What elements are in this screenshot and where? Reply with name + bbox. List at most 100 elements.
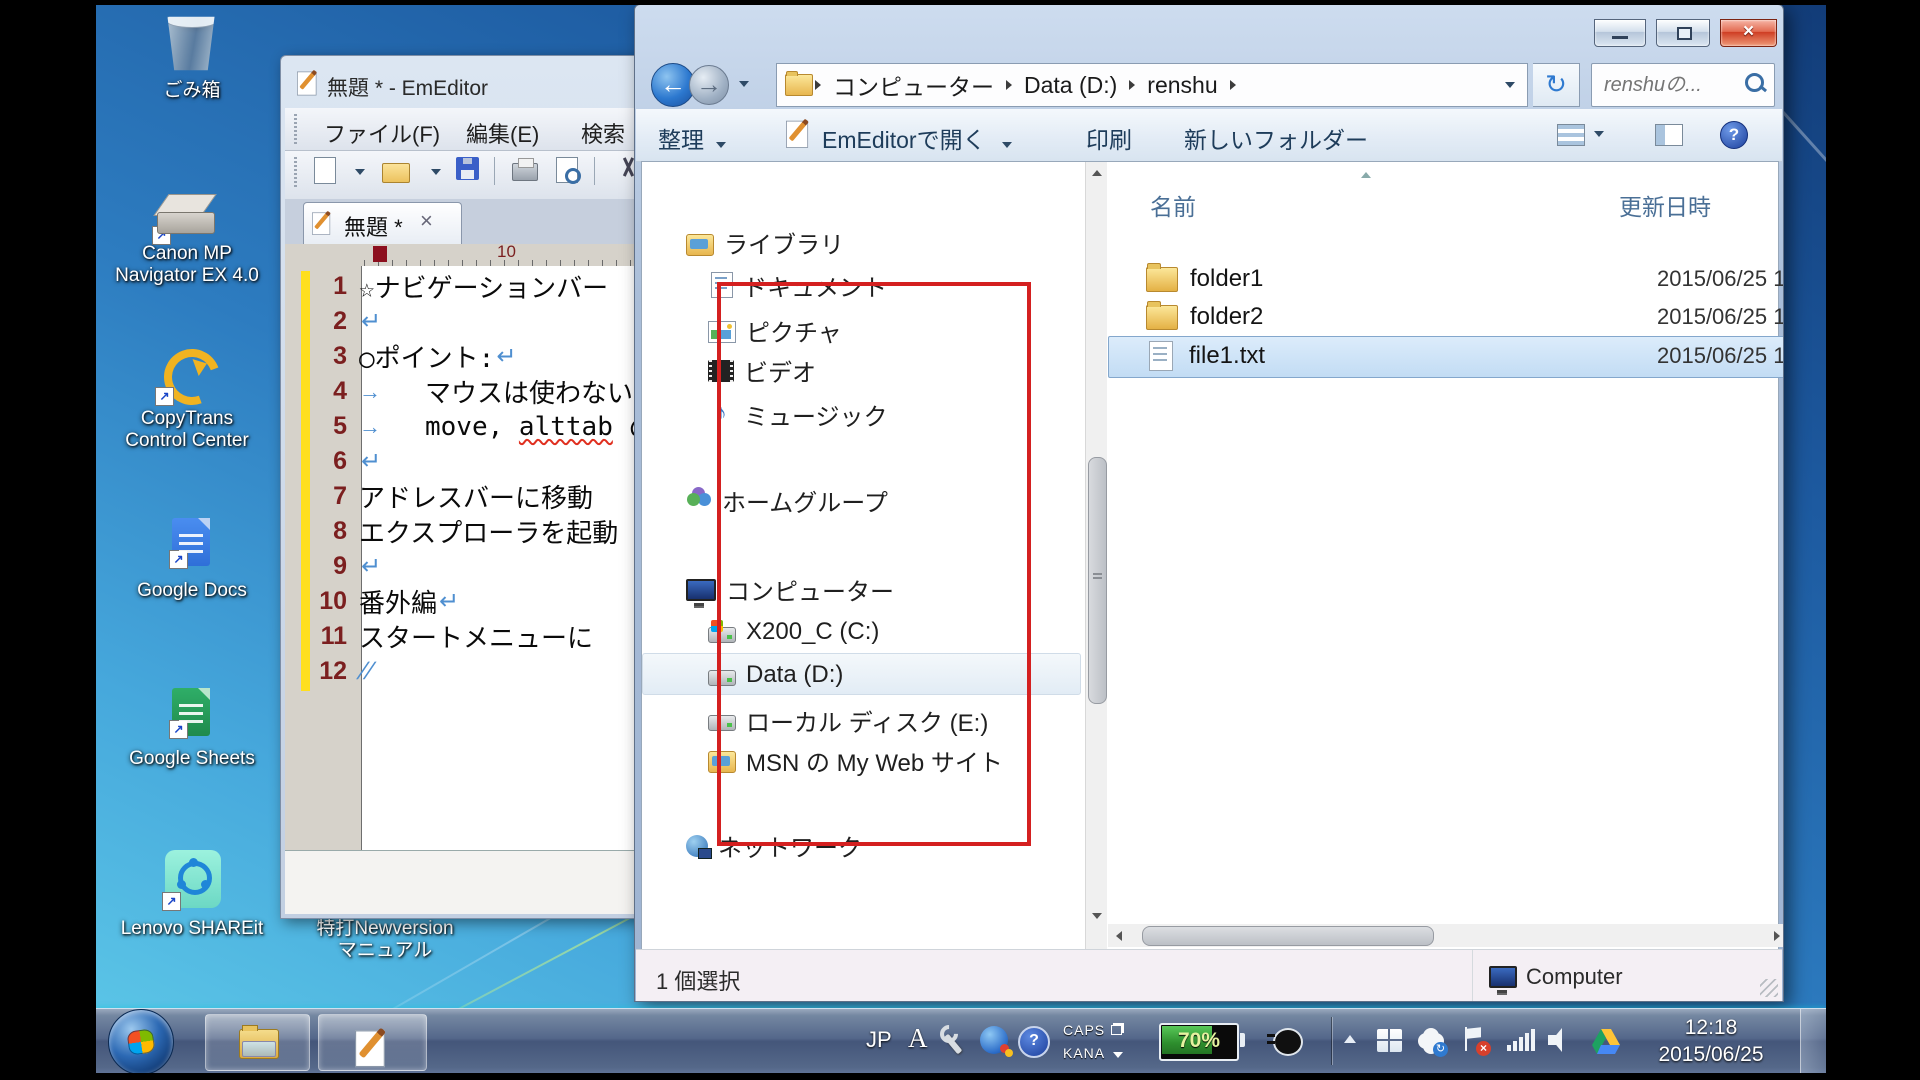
start-button[interactable] — [108, 1009, 174, 1075]
ruler-column-label: 10 — [497, 242, 516, 262]
ime-help-icon[interactable] — [1018, 1026, 1050, 1058]
line-text: 番外編 — [359, 583, 437, 620]
new-file-icon[interactable] — [314, 157, 336, 184]
refresh-button[interactable]: ↻ — [1533, 63, 1580, 107]
file-row-folder1[interactable]: folder1 2015/06/25 12:1 — [1146, 260, 1784, 298]
emeditor-window[interactable]: 無題 * - EmEditor ファイル(F) 編集(E) 検索(S 無題 * … — [280, 55, 640, 919]
copytrans-icon[interactable] — [158, 345, 216, 403]
new-file-dropdown-icon[interactable] — [355, 169, 365, 175]
desktop-icon-canon[interactable]: Canon MP Navigator EX 4.0 — [102, 243, 272, 287]
network-signal-icon[interactable] — [1507, 1029, 1537, 1051]
open-with-emeditor-button[interactable]: EmEditorで開く — [822, 121, 1012, 155]
battery-indicator[interactable]: 70% — [1159, 1023, 1239, 1061]
desktop-icon-recycle-bin[interactable]: ごみ箱 — [107, 80, 277, 102]
editor-ruler: 10 — [285, 244, 635, 267]
canon-navigator-icon[interactable] — [155, 192, 219, 242]
editor-line: 6↵ — [285, 444, 640, 479]
open-file-dropdown-icon[interactable] — [431, 169, 441, 175]
maximize-button[interactable] — [1656, 19, 1710, 47]
breadcrumb-arrow-icon[interactable] — [815, 80, 821, 90]
ime-language[interactable]: JP — [866, 1027, 892, 1053]
breadcrumb-computer[interactable]: コンピューター — [823, 68, 1004, 102]
scroll-up-icon[interactable] — [1086, 162, 1107, 184]
address-dropdown-icon[interactable] — [1505, 82, 1515, 88]
column-header-name[interactable]: 名前 — [1150, 188, 1196, 222]
print-preview-icon[interactable] — [556, 157, 578, 183]
open-file-icon[interactable] — [382, 163, 410, 183]
minimize-button[interactable] — [1594, 19, 1646, 47]
desktop-icon-shareit[interactable]: Lenovo SHAREit — [107, 918, 277, 940]
line-text: アドレスバーに移動 — [359, 478, 593, 515]
taskbar-button-explorer[interactable] — [205, 1014, 310, 1071]
breadcrumb-arrow-icon[interactable] — [1230, 80, 1236, 90]
file-row-file1[interactable]: file1.txt 2015/06/25 12:1 — [1146, 337, 1784, 375]
organize-button[interactable]: 整理 — [658, 121, 726, 155]
editor-line: 2↵ — [285, 304, 640, 339]
desktop-icon-copytrans[interactable]: CopyTrans Control Center — [112, 408, 262, 452]
ime-pad-icon[interactable] — [980, 1026, 1008, 1054]
show-desktop-button[interactable] — [1800, 1009, 1826, 1074]
forward-button[interactable]: → — [689, 65, 729, 105]
volume-icon[interactable] — [1548, 1027, 1578, 1053]
scroll-right-icon[interactable] — [1766, 924, 1784, 947]
search-box[interactable] — [1591, 63, 1775, 107]
print-button[interactable]: 印刷 — [1086, 121, 1132, 155]
horizontal-scrollbar[interactable] — [1108, 924, 1784, 947]
file-row-folder2[interactable]: folder2 2015/06/25 12:1 — [1146, 298, 1784, 336]
search-input[interactable] — [1602, 66, 1736, 104]
scrollbar-thumb[interactable] — [1142, 926, 1434, 946]
recent-pages-dropdown-icon[interactable] — [739, 81, 749, 87]
breadcrumb-arrow-icon[interactable] — [1129, 80, 1135, 90]
menu-file[interactable]: ファイル(F) — [324, 117, 440, 149]
folder-icon — [1146, 267, 1178, 292]
views-icon[interactable] — [1557, 124, 1585, 146]
breadcrumb-arrow-icon[interactable] — [1006, 80, 1012, 90]
editor-line: 9↵ — [285, 549, 640, 584]
desktop-icon-newversion-manual[interactable]: 特打Newversion マニュアル — [290, 918, 480, 962]
sync-icon[interactable] — [1421, 1031, 1441, 1051]
preview-pane-icon[interactable] — [1655, 124, 1683, 146]
scroll-down-icon[interactable] — [1086, 905, 1107, 927]
desktop-icon-google-docs[interactable]: Google Docs — [107, 580, 277, 602]
letterbox-bottom — [0, 1073, 1920, 1080]
shareit-icon[interactable] — [165, 850, 221, 908]
views-dropdown-icon[interactable] — [1594, 131, 1604, 137]
hidden-icons-arrow-icon[interactable] — [1344, 1035, 1356, 1043]
text-file-icon — [1149, 341, 1173, 371]
tab-untitled[interactable]: 無題 * × — [303, 202, 462, 245]
desktop-icon-google-sheets[interactable]: Google Sheets — [107, 748, 277, 770]
power-plug-icon[interactable] — [1273, 1028, 1303, 1056]
ime-tools-icon[interactable] — [938, 1025, 968, 1055]
emeditor-menubar: ファイル(F) 編集(E) 検索(S — [285, 108, 635, 151]
open-with-emeditor-icon[interactable] — [786, 119, 816, 153]
save-icon[interactable] — [456, 157, 479, 180]
taskbar-clock[interactable]: 12:18 2015/06/25 — [1636, 1014, 1786, 1068]
scrollbar-thumb[interactable] — [1088, 457, 1107, 704]
resize-grip[interactable] — [1760, 979, 1778, 997]
taskbar-button-emeditor[interactable] — [318, 1014, 427, 1071]
breadcrumb-folder[interactable]: renshu — [1137, 72, 1227, 99]
new-folder-button[interactable]: 新しいフォルダー — [1184, 121, 1368, 155]
print-icon[interactable] — [512, 163, 538, 181]
google-drive-icon[interactable] — [1592, 1029, 1620, 1059]
ime-caps-indicator[interactable]: CAPS — [1063, 1022, 1122, 1038]
help-icon[interactable]: ? — [1720, 121, 1748, 149]
ime-input-mode[interactable]: A — [908, 1023, 928, 1054]
menu-edit[interactable]: 編集(E) — [466, 117, 539, 149]
tab-close-icon[interactable]: × — [420, 208, 433, 234]
sidebar-scrollbar[interactable] — [1085, 162, 1107, 950]
google-docs-icon[interactable] — [172, 518, 210, 566]
column-header-date[interactable]: 更新日時 — [1619, 188, 1711, 222]
scroll-left-icon[interactable] — [1108, 924, 1130, 947]
status-divider — [1472, 950, 1473, 1001]
google-sheets-icon[interactable] — [172, 688, 210, 736]
address-bar[interactable]: コンピューター Data (D:) renshu — [776, 63, 1528, 107]
breadcrumb-drive[interactable]: Data (D:) — [1014, 72, 1127, 99]
emeditor-title: 無題 * - EmEditor — [327, 72, 488, 102]
close-button[interactable]: × — [1720, 19, 1777, 47]
editor-line: 8エクスプローラを起動 — [285, 514, 640, 549]
action-center-flag-icon[interactable] — [1462, 1027, 1488, 1053]
sidebar-item-libraries[interactable]: ライブラリ — [686, 224, 844, 260]
ime-kana-indicator[interactable]: KANA — [1063, 1045, 1123, 1061]
windows-update-icon[interactable] — [1377, 1029, 1402, 1052]
